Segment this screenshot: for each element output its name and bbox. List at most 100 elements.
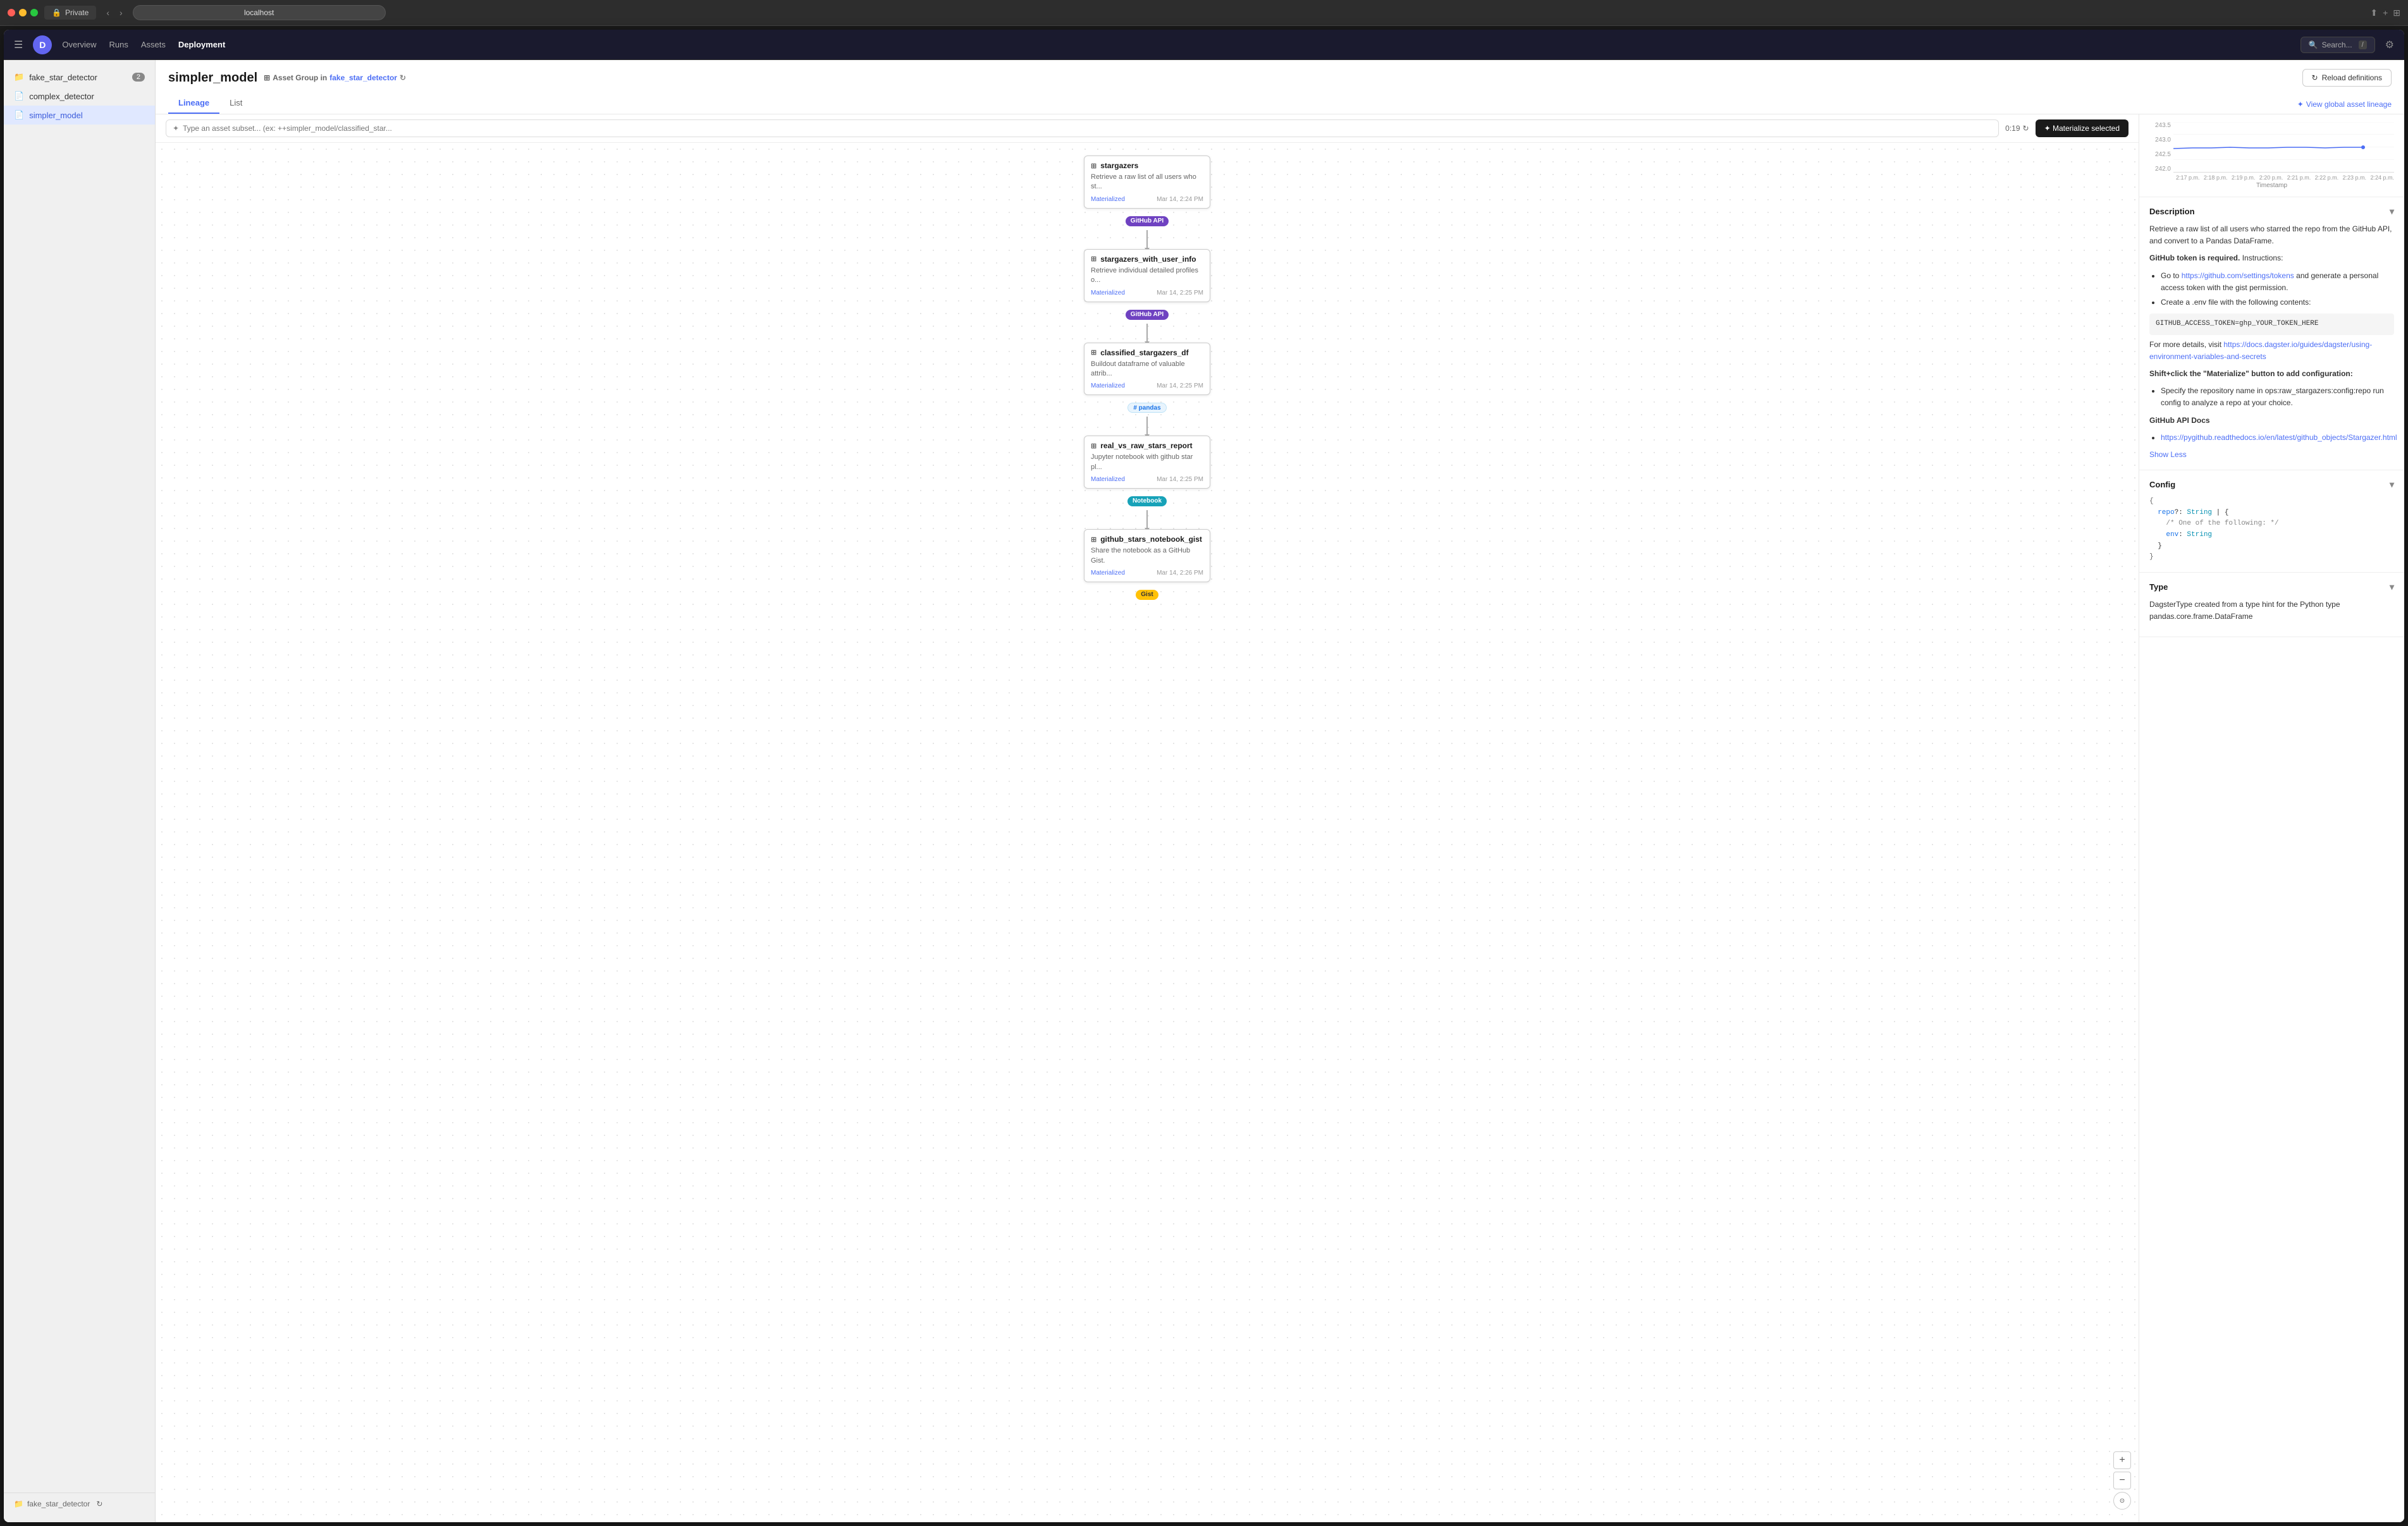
maximize-button[interactable] bbox=[30, 9, 38, 16]
menu-button[interactable]: ☰ bbox=[14, 39, 23, 51]
description-content: Retrieve a raw list of all users who sta… bbox=[2149, 223, 2394, 461]
node-status: Materialized bbox=[1091, 570, 1125, 577]
asset-group-icon: ⊞ bbox=[264, 73, 270, 82]
settings-tokens-link[interactable]: https://github.com/settings/tokens bbox=[2182, 271, 2294, 280]
lock-icon: 🔒 bbox=[52, 8, 61, 17]
node-tag: Notebook bbox=[1127, 496, 1167, 506]
node-desc: Buildout dataframe of valuable attrib... bbox=[1091, 360, 1203, 379]
refresh-icon-small[interactable]: ↻ bbox=[400, 73, 406, 82]
zoom-out-button[interactable]: − bbox=[2113, 1472, 2131, 1489]
browser-actions: ⬆ + ⊞ bbox=[2370, 8, 2400, 18]
app-logo[interactable]: D bbox=[33, 35, 52, 54]
config-code: { repo?: String | { /* One of the follow… bbox=[2149, 496, 2394, 563]
refresh-icon[interactable]: ↻ bbox=[2023, 124, 2029, 133]
dag-wrapper: ⊞ stargazers Retrieve a raw list of all … bbox=[156, 143, 2139, 629]
bullet1-prefix: Go to bbox=[2161, 271, 2182, 280]
back-button[interactable]: ‹ bbox=[102, 6, 113, 19]
grid-button[interactable]: ⊞ bbox=[2393, 8, 2400, 18]
minimize-button[interactable] bbox=[19, 9, 27, 16]
content-title-row: simpler_model ⊞ Asset Group in fake_star… bbox=[168, 69, 2392, 87]
chart-x-label-4: 2:21 p.m. bbox=[2287, 174, 2311, 181]
tab-lineage[interactable]: Lineage bbox=[168, 93, 219, 114]
content-tabs: Lineage List bbox=[168, 93, 252, 114]
node-label: github_stars_notebook_gist bbox=[1100, 535, 1202, 544]
config-line-2: repo?: String | { bbox=[2149, 508, 2394, 519]
reload-definitions-button[interactable]: ↻ Reload definitions bbox=[2302, 69, 2392, 87]
search-icon: 🔍 bbox=[2309, 40, 2318, 49]
sidebar-item-fake-star-detector[interactable]: 📁 fake_star_detector 2 bbox=[4, 68, 155, 87]
config-header[interactable]: Config ▾ bbox=[2149, 479, 2394, 490]
node-label: classified_stargazers_df bbox=[1100, 348, 1188, 357]
close-button[interactable] bbox=[8, 9, 15, 16]
sidebar-item-count: 2 bbox=[132, 73, 145, 82]
browser-tab[interactable]: 🔒 Private bbox=[44, 6, 96, 20]
new-tab-button[interactable]: + bbox=[2383, 8, 2388, 18]
dag-canvas[interactable]: ⊞ stargazers Retrieve a raw list of all … bbox=[156, 143, 2139, 1522]
reload-label: Reload definitions bbox=[2322, 73, 2382, 82]
fit-button[interactable]: ⊙ bbox=[2113, 1492, 2131, 1510]
nav-overview[interactable]: Overview bbox=[62, 40, 96, 49]
node-desc: Jupyter notebook with github star pl... bbox=[1091, 453, 1203, 472]
dag-node-stargazers[interactable]: ⊞ stargazers Retrieve a raw list of all … bbox=[1084, 156, 1210, 209]
share-button[interactable]: ⬆ bbox=[2370, 8, 2378, 18]
dag-node-classified-stargazers-df[interactable]: ⊞ classified_stargazers_df Buildout data… bbox=[1084, 343, 1210, 396]
tab-list[interactable]: List bbox=[219, 93, 252, 114]
asset-filter-input[interactable] bbox=[183, 124, 1992, 133]
sidebar-item-label: complex_detector bbox=[29, 92, 94, 101]
description-section: Description ▾ Retrieve a raw list of all… bbox=[2139, 197, 2404, 470]
view-global-lineage-button[interactable]: ✦ View global asset lineage bbox=[2297, 100, 2392, 109]
dag-connector bbox=[1146, 510, 1148, 529]
sidebar-item-simpler-model[interactable]: 📄 simpler_model bbox=[4, 106, 155, 125]
node-tag: GitHub API bbox=[1126, 216, 1169, 226]
chart-x-label-0: 2:17 p.m. bbox=[2176, 174, 2200, 181]
chart-x-label-2: 2:19 p.m. bbox=[2232, 174, 2256, 181]
dag-node-stargazers-with-user-info[interactable]: ⊞ stargazers_with_user_info Retrieve ind… bbox=[1084, 249, 1210, 302]
shift-click-label: Shift+click the "Materialize" button to … bbox=[2149, 368, 2394, 380]
node-footer: Materialized Mar 14, 2:25 PM bbox=[1091, 476, 1203, 483]
node-tag-row: Notebook bbox=[1127, 494, 1167, 506]
show-less-button[interactable]: Show Less bbox=[2149, 450, 2187, 459]
github-token-instructions: Instructions: bbox=[2242, 253, 2283, 262]
type-title: Type bbox=[2149, 582, 2168, 592]
chart-x-label-3: 2:20 p.m. bbox=[2259, 174, 2283, 181]
type-header[interactable]: Type ▾ bbox=[2149, 582, 2394, 592]
chart-x-label-6: 2:23 p.m. bbox=[2343, 174, 2367, 181]
refresh-icon[interactable]: ↻ bbox=[96, 1499, 102, 1508]
node-icon: ⊞ bbox=[1091, 255, 1096, 263]
dag-node-github-stars-notebook-gist[interactable]: ⊞ github_stars_notebook_gist Share the n… bbox=[1084, 529, 1210, 582]
lineage-icon: ✦ bbox=[2297, 100, 2304, 109]
dag-node-real-vs-raw-stars-report[interactable]: ⊞ real_vs_raw_stars_report Jupyter noteb… bbox=[1084, 436, 1210, 489]
forward-button[interactable]: › bbox=[116, 6, 126, 19]
node-header: ⊞ classified_stargazers_df bbox=[1091, 348, 1203, 357]
content-body: ✦ 0:19 ↻ ✦ Materialize selected bbox=[156, 114, 2404, 1522]
global-lineage-label: View global asset lineage bbox=[2306, 100, 2392, 109]
browser-nav: ‹ › bbox=[102, 6, 126, 19]
sidebar-footer: 📁 fake_star_detector ↻ bbox=[4, 1492, 155, 1515]
api-docs-item: https://pygithub.readthedocs.io/en/lates… bbox=[2161, 432, 2394, 444]
node-footer: Materialized Mar 14, 2:25 PM bbox=[1091, 290, 1203, 296]
api-docs-link[interactable]: https://pygithub.readthedocs.io/en/lates… bbox=[2161, 433, 2397, 442]
node-footer: Materialized Mar 14, 2:26 PM bbox=[1091, 570, 1203, 577]
node-header: ⊞ real_vs_raw_stars_report bbox=[1091, 441, 1203, 450]
settings-button[interactable]: ⚙ bbox=[2385, 39, 2394, 51]
github-token-code: GITHUB_ACCESS_TOKEN=ghp_YOUR_TOKEN_HERE bbox=[2149, 314, 2394, 335]
node-desc: Retrieve a raw list of all users who st.… bbox=[1091, 173, 1203, 192]
asset-group-link[interactable]: fake_star_detector bbox=[329, 73, 397, 82]
description-bullets-2: Specify the repository name in ops:raw_s… bbox=[2149, 385, 2394, 409]
description-header[interactable]: Description ▾ bbox=[2149, 206, 2394, 217]
folder-icon: 📁 bbox=[14, 72, 24, 82]
node-label: stargazers_with_user_info bbox=[1100, 255, 1196, 264]
sidebar-item-label: simpler_model bbox=[29, 111, 83, 120]
search-box[interactable]: 🔍 Search... / bbox=[2300, 37, 2375, 53]
chart-svg bbox=[2173, 122, 2394, 172]
chart-x-label-7: 2:24 p.m. bbox=[2370, 174, 2394, 181]
address-bar[interactable]: localhost bbox=[133, 5, 386, 20]
sidebar-item-label: fake_star_detector bbox=[29, 73, 97, 82]
sidebar-item-complex-detector[interactable]: 📄 complex_detector bbox=[4, 87, 155, 106]
nav-assets[interactable]: Assets bbox=[141, 40, 166, 49]
nav-runs[interactable]: Runs bbox=[109, 40, 128, 49]
nav-deployment[interactable]: Deployment bbox=[178, 40, 225, 49]
main-layout: 📁 fake_star_detector 2 📄 complex_detecto… bbox=[4, 60, 2404, 1522]
materialize-button[interactable]: ✦ Materialize selected bbox=[2036, 119, 2128, 137]
zoom-in-button[interactable]: + bbox=[2113, 1451, 2131, 1469]
